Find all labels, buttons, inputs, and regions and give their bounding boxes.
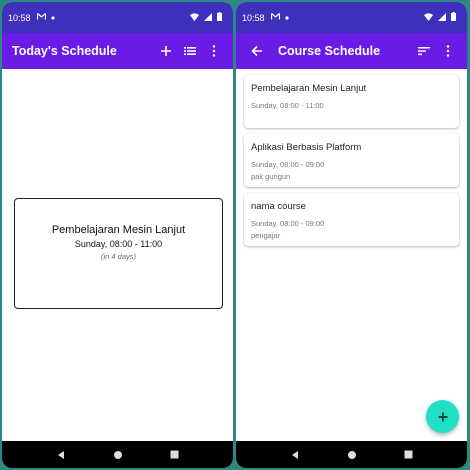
notification-dot-icon [50,13,55,22]
course-time: Sunday, 08:00 - 09:00 [251,219,325,228]
add-course-fab[interactable] [426,400,459,433]
course-time: Sunday, 08:00 - 09:00 [251,160,325,169]
status-bar: 10:58 [236,2,467,33]
recents-nav-icon[interactable] [165,445,185,465]
notification-dot-icon [284,13,289,22]
course-name: Pembelajaran Mesin Lanjut [51,224,186,236]
course-card[interactable]: Aplikasi Berbasis Platform Sunday, 08:00… [244,134,459,187]
course-card[interactable]: Pembelajaran Mesin Lanjut Sunday, 08:00 … [244,75,459,128]
more-vert-icon[interactable] [203,40,225,62]
course-time: Sunday, 08:00 - 11:00 [74,239,163,249]
content-area: Pembelajaran Mesin Lanjut Sunday, 08:00 … [2,69,233,441]
battery-icon [451,12,456,23]
course-lecturer [251,113,452,122]
battery-icon [217,12,222,23]
right-phone-screen: 10:58 Course Schedule Pembelajaran Mesin… [236,2,467,468]
course-lecturer: pak gungun [251,172,291,181]
recents-nav-icon[interactable] [399,445,419,465]
wifi-icon [190,12,199,23]
home-nav-icon[interactable] [108,445,128,465]
course-name: Pembelajaran Mesin Lanjut [251,83,367,94]
sort-icon[interactable] [413,40,435,62]
wifi-icon [424,12,433,23]
signal-icon [438,12,446,23]
page-title: Today's Schedule [12,44,117,58]
nav-bar [236,441,467,468]
gmail-icon [36,13,46,22]
nav-bar [2,441,233,468]
course-time: Sunday, 08:00 - 11:00 [251,101,324,110]
home-nav-icon[interactable] [342,445,362,465]
page-title: Course Schedule [278,44,381,58]
status-bar: 10:58 [2,2,233,33]
back-arrow-icon[interactable] [246,40,268,62]
course-name: nama course [251,201,306,212]
back-nav-icon[interactable] [285,445,305,465]
app-bar: Course Schedule [236,33,467,69]
course-card[interactable]: nama course Sunday, 08:00 - 09:00 pengaj… [244,193,459,246]
relative-time: (in 4 days) [100,252,136,261]
content-area: Pembelajaran Mesin Lanjut Sunday, 08:00 … [236,69,467,441]
today-schedule-card[interactable]: Pembelajaran Mesin Lanjut Sunday, 08:00 … [14,198,223,309]
course-name: Aplikasi Berbasis Platform [251,142,362,153]
signal-icon [204,12,212,23]
left-phone-screen: 10:58 Today's Schedule Pembelajaran Mesi… [2,2,233,468]
list-icon[interactable] [179,40,201,62]
app-bar: Today's Schedule [2,33,233,69]
back-nav-icon[interactable] [51,445,71,465]
course-lecturer: pengajar [251,231,281,240]
gmail-icon [270,13,280,22]
status-time: 10:58 [242,12,265,23]
add-icon [438,412,447,421]
status-time: 10:58 [8,12,31,23]
add-icon[interactable] [155,40,177,62]
course-list: Pembelajaran Mesin Lanjut Sunday, 08:00 … [236,69,467,258]
more-vert-icon[interactable] [437,40,459,62]
